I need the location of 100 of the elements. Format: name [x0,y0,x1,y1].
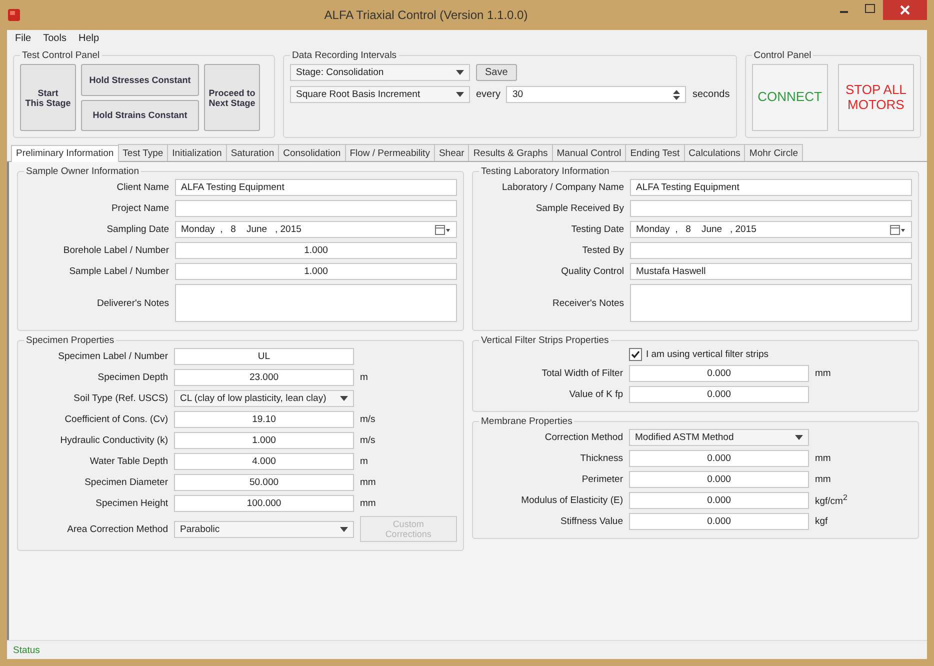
seconds-label: seconds [692,89,730,100]
tab[interactable]: Test Type [118,144,168,161]
tab[interactable]: Flow / Permeability [344,144,435,161]
unit-label: m [360,372,368,383]
group-title: Sample Owner Information [25,166,140,177]
field-label: Value of K fp [568,389,623,400]
hold-constant-button[interactable]: Hold Stresses Constant [81,64,199,96]
hold-constant-button[interactable]: Hold Strains Constant [81,100,199,131]
number-field[interactable]: 0.000 [629,513,809,530]
notes-field[interactable] [630,284,912,322]
unit-label: mm [360,498,376,509]
unit-label: mm [815,453,831,464]
number-field[interactable]: 0.000 [629,450,809,467]
field-label: Sampling Date [106,224,169,235]
number-field[interactable]: 50.000 [174,474,354,491]
number-field[interactable]: 1.000 [175,242,457,259]
dropdown-arrow-icon [456,70,464,75]
field-label: Total Width of Filter [540,368,623,379]
unit-label: m/s [360,414,376,425]
field-label: Laboratory / Company Name [501,182,624,193]
text-field[interactable]: ALFA Testing Equipment [630,179,912,196]
text-field[interactable]: ALFA Testing Equipment [175,179,457,196]
app-icon [7,8,21,22]
start-stage-button[interactable]: Start This Stage [20,64,76,131]
number-field[interactable]: 0.000 [629,365,809,382]
unit-label: kgf [815,516,828,527]
status-text: Status [13,644,40,656]
number-field[interactable]: 1.000 [175,263,457,280]
tab[interactable]: Saturation [226,144,280,161]
notes-field[interactable] [175,284,457,322]
field-label: Stiffness Value [560,516,623,527]
dropdown[interactable]: CL (clay of low plasticity, lean clay) [174,390,354,407]
spinner-arrows-icon [673,88,680,100]
tab[interactable]: Mohr Circle [744,144,803,161]
menu-item[interactable]: Help [78,33,100,47]
field-label: Water Table Depth [88,456,168,467]
interval-spinner[interactable]: 30 [506,86,686,103]
field-label: Soil Type (Ref. USCS) [72,393,168,404]
stop-motors-button[interactable]: STOP ALL MOTORS [838,64,914,131]
dropdown-arrow-icon [456,92,464,97]
text-field[interactable] [175,200,457,217]
group-title: Membrane Properties [480,416,574,427]
group-title: Test Control Panel [21,50,101,61]
group-title: Control Panel [752,50,812,61]
field-label: Borehole Label / Number [62,245,169,256]
field-label: Area Correction Method [66,524,168,534]
number-field[interactable]: 4.000 [174,453,354,470]
date-picker[interactable]: Monday , 8 June , 2015 [630,221,912,238]
field-label: Sample Label / Number [68,266,169,277]
tab[interactable]: Shear [434,144,470,161]
dropdown[interactable]: Parabolic [174,520,354,538]
field-label: Correction Method [544,432,623,443]
number-field[interactable]: 23.000 [174,369,354,386]
date-picker[interactable]: Monday , 8 June , 2015 [175,221,457,238]
text-field[interactable]: Mustafa Haswell [630,263,912,280]
every-label: every [476,89,500,100]
field-label: Specimen Label / Number [57,351,168,362]
tab[interactable]: Manual Control [552,144,626,161]
filter-strips-checkbox[interactable]: I am using vertical filter strips [629,348,768,361]
menu-item[interactable]: File [15,33,32,47]
field-label: Sample Received By [534,203,624,214]
tab[interactable]: Ending Test [625,144,685,161]
number-field[interactable]: 0.000 [629,492,809,509]
field-label: Project Name [110,203,169,214]
unit-label: mm [360,477,376,488]
window-title: ALFA Triaxial Control (Version 1.1.0.0) [323,8,529,22]
unit-label: m/s [360,435,376,446]
number-field[interactable]: 19.10 [174,411,354,428]
number-field[interactable]: 0.000 [629,471,809,488]
group-title: Testing Laboratory Information [480,166,610,177]
number-field[interactable]: 100.000 [174,495,354,512]
field-label: Hydraulic Conductivity (k) [59,435,168,446]
text-field[interactable] [630,200,912,217]
close-icon[interactable] [883,0,927,20]
number-field[interactable]: 1.000 [174,432,354,449]
tab[interactable]: Initialization [167,144,227,161]
save-button[interactable]: Save [476,64,517,81]
field-label: Specimen Diameter [84,477,168,488]
menu-item[interactable]: Tools [43,33,66,47]
tab[interactable]: Calculations [684,144,746,161]
tab[interactable]: Results & Graphs [468,144,553,161]
field-label: Modulus of Elasticity (E) [520,495,623,506]
field-label: Coefficient of Cons. (Cv) [64,414,168,425]
stage-dropdown[interactable]: Stage: Consolidation [290,64,470,81]
tab[interactable]: Preliminary Information [11,145,119,162]
interval-dropdown[interactable]: Square Root Basis Increment [290,86,470,103]
text-field[interactable] [630,242,912,259]
next-stage-button[interactable]: Proceed to Next Stage [204,64,260,131]
number-field[interactable]: 0.000 [629,386,809,403]
field-label: Client Name [116,182,169,193]
unit-label: kgf/cm$^{2}$ [815,493,848,508]
tab[interactable]: Consolidation [278,144,346,161]
group-title: Data Recording Intervals [291,50,398,61]
calendar-dropdown-icon [890,224,906,236]
group-title: Vertical Filter Strips Properties [480,335,610,346]
field-label: Deliverer's Notes [96,298,169,308]
dropdown[interactable]: Modified ASTM Method [629,429,809,446]
unit-label: mm [815,368,831,379]
number-field[interactable]: UL [174,348,354,365]
unit-label: mm [815,474,831,485]
